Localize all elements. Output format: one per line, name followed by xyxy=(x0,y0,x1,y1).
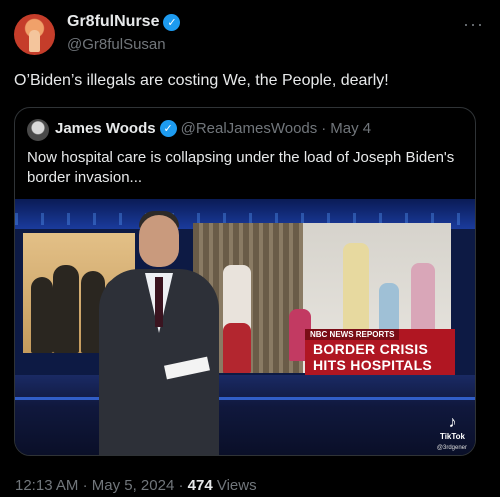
anchor-head xyxy=(139,215,179,267)
more-dots-icon[interactable]: ··· xyxy=(463,14,484,35)
post-text: O’Biden’s illegals are costing We, the P… xyxy=(14,72,389,89)
post-display-name[interactable]: Gr8fulNurse xyxy=(67,13,159,31)
quoted-avatar[interactable] xyxy=(27,119,49,141)
post-meta: 12:13 AM · May 5, 2024 · 474 Views xyxy=(15,477,257,494)
post-avatar[interactable] xyxy=(14,14,55,55)
tiktok-label: TikTok xyxy=(439,432,465,441)
quoted-header: James Woods ✓ @RealJamesWoods · May 4 xyxy=(55,120,371,137)
tiktok-icon: ♪ xyxy=(448,414,457,431)
studio-floor-light xyxy=(15,397,475,400)
separator: · xyxy=(82,477,88,494)
separator: · xyxy=(178,477,184,494)
tiktok-username: @3rdgener xyxy=(436,445,467,451)
post-time[interactable]: 12:13 AM xyxy=(15,477,78,494)
views-count[interactable]: 474 xyxy=(188,477,213,494)
quoted-date[interactable]: May 4 xyxy=(330,120,371,137)
separator: · xyxy=(321,120,327,137)
views-label: Views xyxy=(216,477,257,494)
post-handle[interactable]: @Gr8fulSusan xyxy=(67,36,166,53)
verified-badge-icon: ✓ xyxy=(163,13,181,31)
quoted-display-name[interactable]: James Woods xyxy=(55,120,156,137)
post-date[interactable]: May 5, 2024 xyxy=(92,477,175,494)
tiktok-watermark: ♪ TikTok xyxy=(440,414,465,441)
post-author[interactable]: Gr8fulNurse ✓ xyxy=(67,13,181,31)
quoted-post[interactable]: James Woods ✓ @RealJamesWoods · May 4 No… xyxy=(14,107,476,456)
news-chyron: NBC NEWS REPORTS BORDER CRISIS HITS HOSP… xyxy=(305,329,455,375)
chyron-headline-2: HITS HOSPITALS xyxy=(313,357,433,373)
studio-floor xyxy=(15,375,475,455)
quoted-handle[interactable]: @RealJamesWoods xyxy=(181,120,318,137)
quoted-text: Now hospital care is collapsing under th… xyxy=(27,149,455,186)
chyron-tag: NBC NEWS REPORTS xyxy=(305,329,400,340)
verified-badge-icon: ✓ xyxy=(159,120,177,137)
chyron-headline-1: BORDER CRISIS xyxy=(313,341,429,357)
anchor-tie xyxy=(155,277,163,327)
quoted-video[interactable]: NBC NEWS REPORTS BORDER CRISIS HITS HOSP… xyxy=(15,199,475,455)
